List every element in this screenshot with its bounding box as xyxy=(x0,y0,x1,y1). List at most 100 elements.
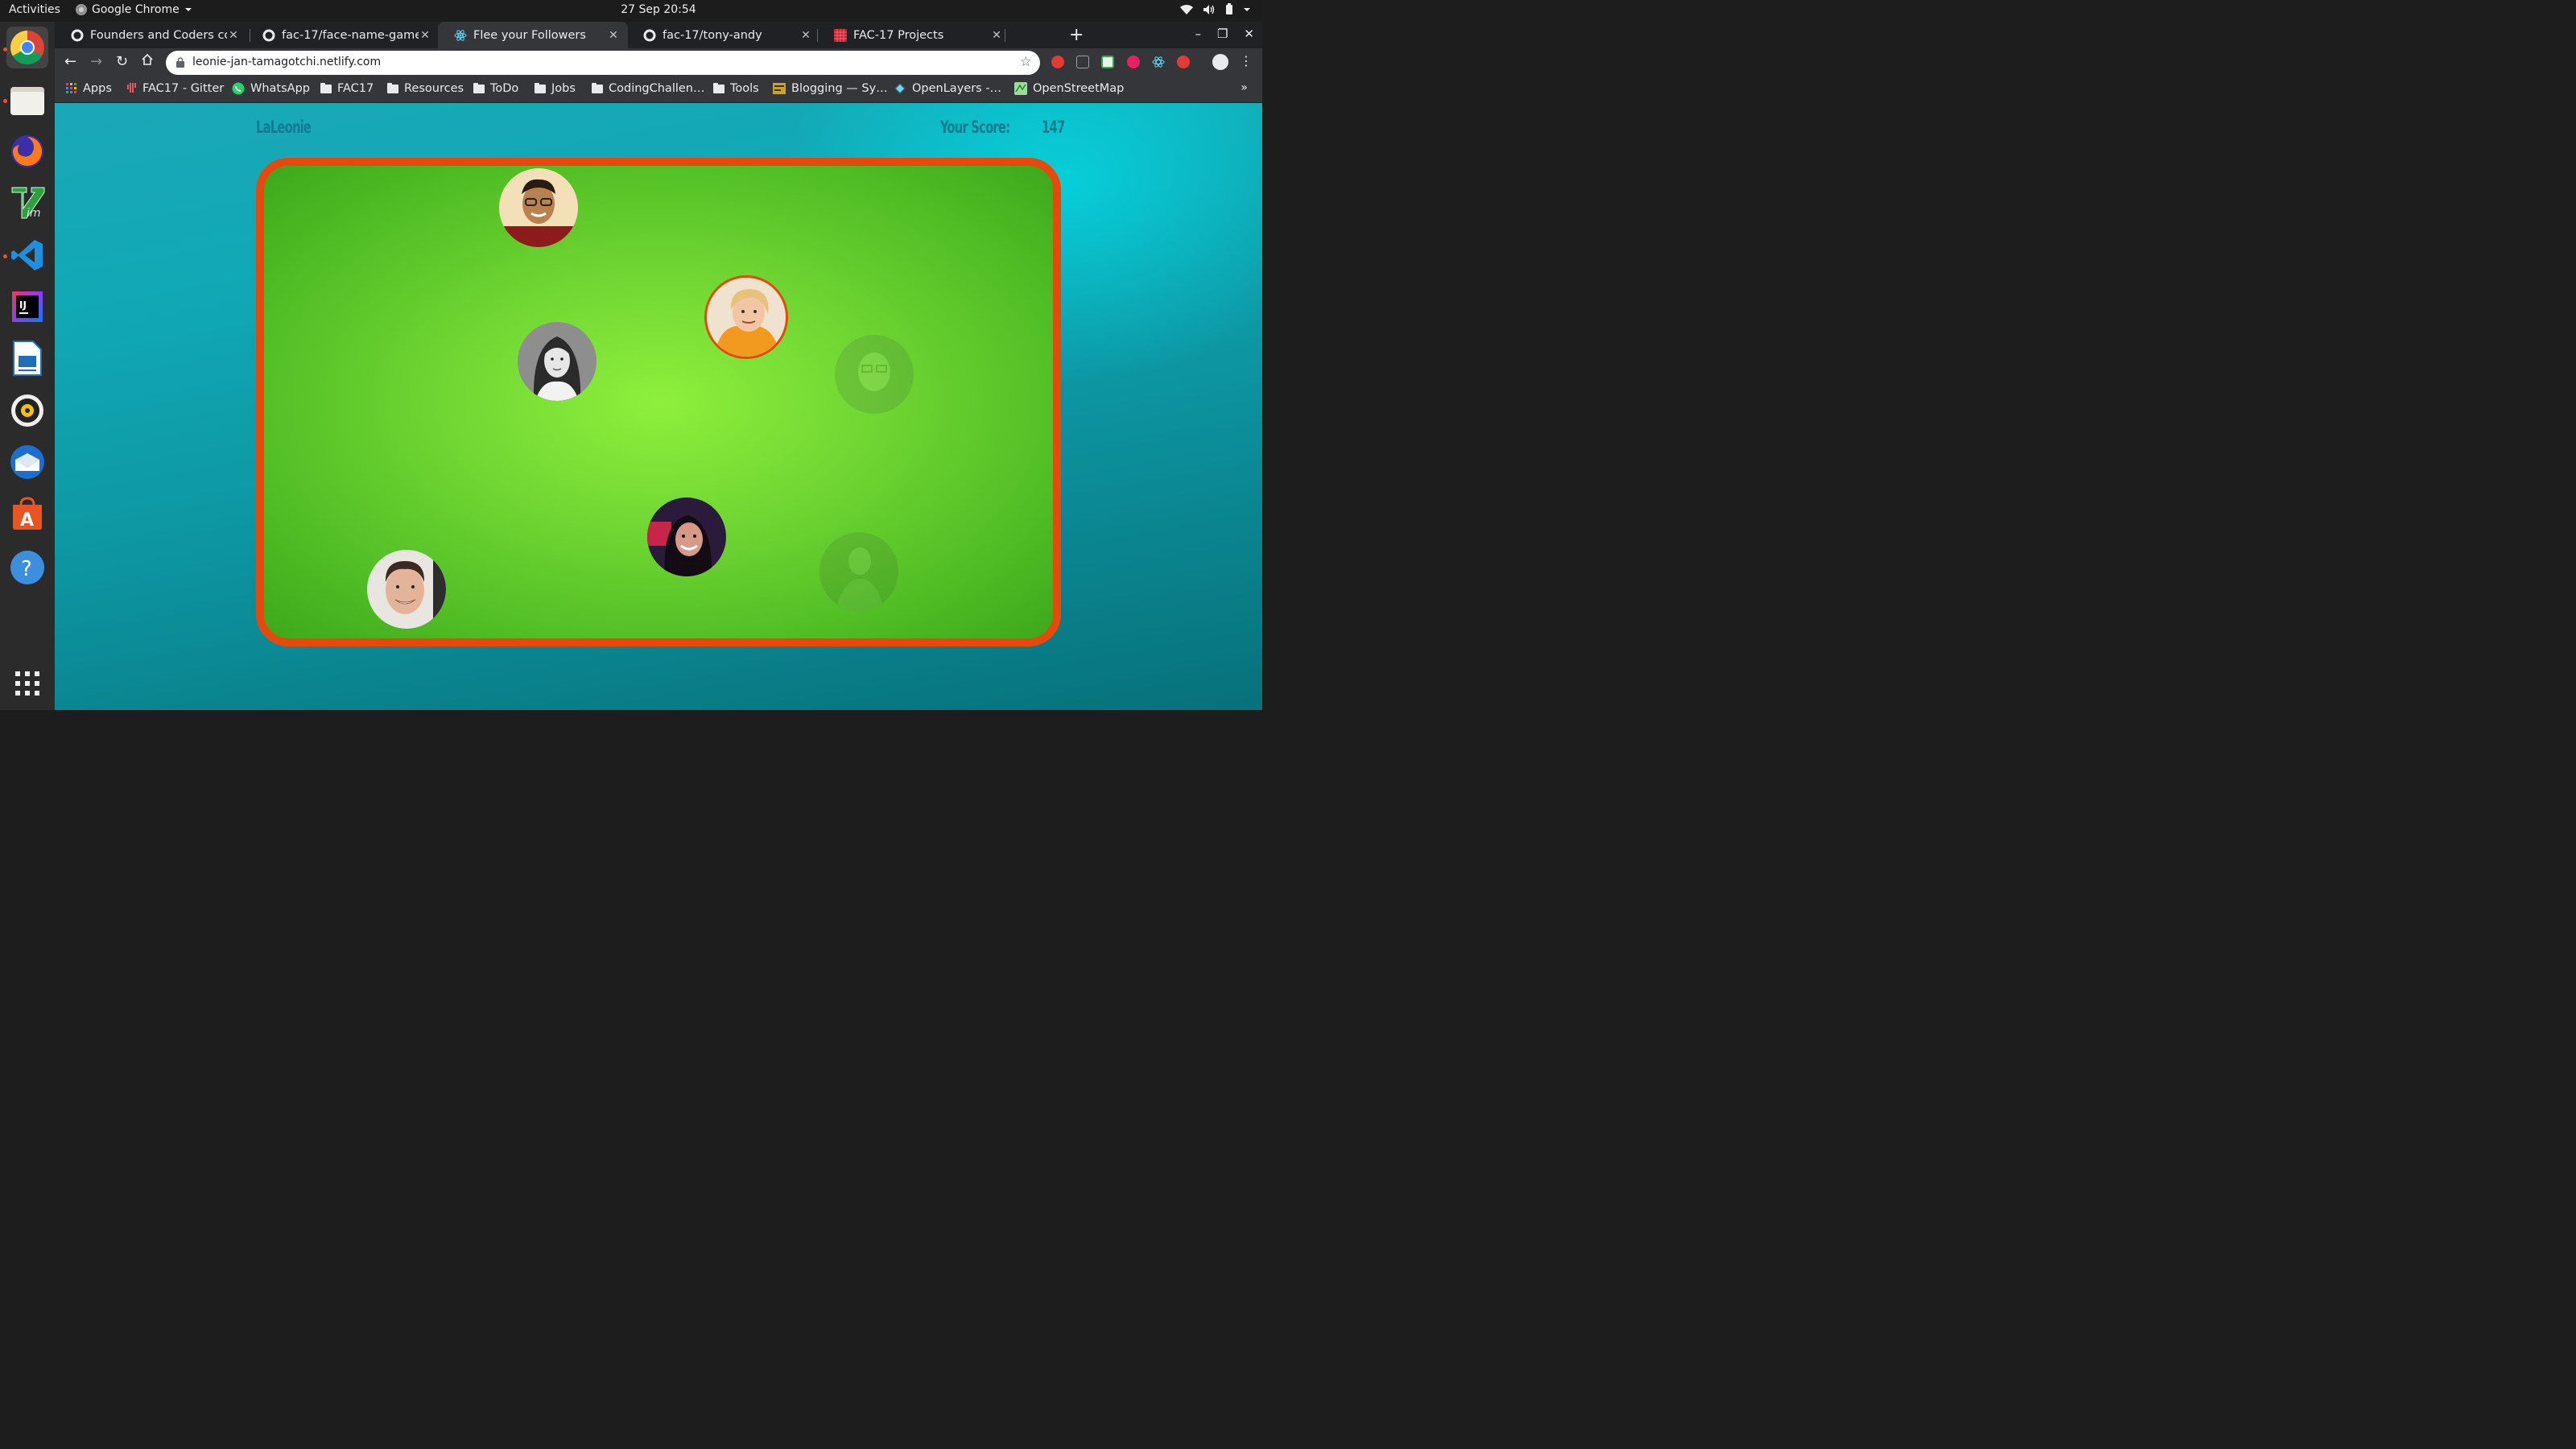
tab-close-icon[interactable]: ✕ xyxy=(419,29,431,42)
adblock-icon[interactable] xyxy=(1177,56,1190,68)
show-applications[interactable] xyxy=(6,663,48,704)
tab-close-icon[interactable]: ✕ xyxy=(607,29,620,42)
bookmark-codingchallenges[interactable]: CodingChallen… xyxy=(592,82,705,95)
back-button[interactable]: ← xyxy=(64,53,76,70)
bookmark-label: Resources xyxy=(404,82,464,95)
bookmark-label: OpenLayers -… xyxy=(912,82,1002,95)
restore-button[interactable]: ❐ xyxy=(1217,27,1228,41)
extension-json-icon[interactable] xyxy=(1076,56,1089,68)
thunderbird-icon xyxy=(10,445,44,479)
bookmark-fac17[interactable]: FAC17 xyxy=(320,82,374,95)
bookmark-tools[interactable]: Tools xyxy=(713,82,759,95)
dock-vscode[interactable] xyxy=(6,234,48,276)
tab-founders-coders[interactable]: Founders and Coders coh ✕ xyxy=(55,22,248,48)
tab-close-icon[interactable]: ✕ xyxy=(990,29,1003,42)
extension-pink-icon[interactable] xyxy=(1127,56,1140,68)
tab-face-name-game[interactable]: fac-17/face-name-game ✕ xyxy=(246,22,440,48)
tab-tony-andy[interactable]: fac-17/tony-andy ✕ xyxy=(627,22,820,48)
clock[interactable]: 27 Sep 20:54 xyxy=(0,3,1317,16)
running-indicator xyxy=(3,47,7,52)
wifi-icon xyxy=(1180,4,1193,14)
follower-avatar-faded xyxy=(819,532,898,611)
web-page: LaLeonie Your Score: 147 xyxy=(55,103,1262,710)
svg-text:?: ? xyxy=(21,557,32,581)
bookmark-label: ToDo xyxy=(490,82,519,95)
bookmark-blogging[interactable]: Blogging — Sy… xyxy=(773,82,888,95)
follower-avatar-selected[interactable] xyxy=(704,275,788,359)
extension-sheet-icon[interactable] xyxy=(1101,56,1114,68)
volume-icon xyxy=(1203,4,1215,14)
system-menu-chevron-icon xyxy=(1244,7,1250,11)
bookmark-whatsapp[interactable]: WhatsApp xyxy=(232,82,310,95)
score-value: 147 xyxy=(1042,118,1065,137)
bookmark-gitter[interactable]: FAC17 - Gitter xyxy=(127,82,224,95)
react-devtools-icon[interactable] xyxy=(1152,56,1165,68)
dock-writer[interactable] xyxy=(6,337,48,379)
extension-red-icon[interactable] xyxy=(1051,56,1064,68)
vim-icon: im xyxy=(11,187,45,220)
bookmark-apps[interactable]: Apps xyxy=(66,82,112,95)
close-window-button[interactable]: ✕ xyxy=(1244,27,1254,41)
svg-text:IJ: IJ xyxy=(19,299,27,311)
bookmark-label: Blogging — Sy… xyxy=(791,82,888,95)
tab-title: FAC-17 Projects xyxy=(853,28,944,42)
tab-title: fac-17/tony-andy xyxy=(663,28,762,42)
grid-icon xyxy=(834,28,847,42)
chrome-icon xyxy=(10,30,44,65)
tab-close-icon[interactable]: ✕ xyxy=(227,29,240,42)
bookmark-todo[interactable]: ToDo xyxy=(473,82,518,95)
forward-button[interactable]: → xyxy=(90,53,102,70)
dock-thunderbird[interactable] xyxy=(6,441,48,483)
url-text: leonie-jan-tamagotchi.netlify.com xyxy=(192,56,382,68)
bookmark-jobs[interactable]: Jobs xyxy=(535,82,576,95)
system-top-bar: Activities Google Chrome 27 Sep 20:54 xyxy=(0,0,1262,22)
gitter-icon xyxy=(127,83,136,93)
bookmark-resources[interactable]: Resources xyxy=(387,82,464,95)
github-icon xyxy=(262,29,275,41)
bookmark-label: Jobs xyxy=(551,82,576,95)
dock-chrome[interactable] xyxy=(6,27,48,68)
files-icon xyxy=(10,87,44,115)
bookmark-label: WhatsApp xyxy=(250,82,310,95)
follower-avatar[interactable] xyxy=(367,550,446,629)
dock-vim[interactable]: im xyxy=(6,182,48,224)
bookmarks-overflow-button[interactable]: » xyxy=(1241,81,1248,94)
home-button[interactable] xyxy=(141,53,154,70)
system-tray[interactable] xyxy=(1180,3,1251,15)
follower-avatar[interactable] xyxy=(647,497,726,576)
dock-rhythmbox[interactable] xyxy=(6,390,48,431)
follower-avatar[interactable] xyxy=(518,322,597,401)
help-icon: ? xyxy=(10,551,44,584)
tab-close-icon[interactable]: ✕ xyxy=(799,29,812,42)
bookmark-label: Tools xyxy=(730,82,759,95)
rhythmbox-icon xyxy=(11,394,43,427)
game-field[interactable] xyxy=(256,158,1061,646)
dock-help[interactable]: ? xyxy=(6,547,48,588)
tab-fac17-projects[interactable]: FAC-17 Projects ✕ xyxy=(818,22,1011,48)
battery-icon xyxy=(1226,3,1232,14)
new-tab-button[interactable]: + xyxy=(1069,25,1084,45)
intellij-icon: IJ xyxy=(12,291,43,322)
dock-software[interactable]: A xyxy=(6,493,48,535)
bookmark-openstreetmap[interactable]: OpenStreetMap xyxy=(1014,82,1124,95)
profile-avatar[interactable] xyxy=(1212,54,1228,70)
reload-button[interactable]: ↻ xyxy=(116,53,128,70)
player-name: LaLeonie xyxy=(256,118,312,137)
dock-files[interactable] xyxy=(6,79,48,121)
tab-flee-your-followers[interactable]: Flee your Followers ✕ xyxy=(438,22,628,48)
bookmark-label: OpenStreetMap xyxy=(1033,82,1125,95)
libreoffice-writer-icon xyxy=(13,341,42,376)
bookmark-openlayers[interactable]: OpenLayers -… xyxy=(894,82,1001,95)
dock-intellij[interactable]: IJ xyxy=(6,286,48,328)
dock-firefox[interactable] xyxy=(6,130,48,172)
follower-avatar[interactable] xyxy=(499,168,578,247)
bookmark-star-icon[interactable]: ☆ xyxy=(1020,54,1032,70)
folder-icon xyxy=(473,82,485,93)
menu-kebab-icon[interactable]: ⋮ xyxy=(1240,53,1253,68)
minimize-button[interactable]: – xyxy=(1195,27,1201,41)
whatsapp-icon xyxy=(232,82,245,95)
address-bar[interactable]: leonie-jan-tamagotchi.netlify.com ☆ xyxy=(166,51,1040,75)
software-center-icon: A xyxy=(13,497,42,530)
github-icon xyxy=(643,29,656,41)
tab-title: fac-17/face-name-game xyxy=(282,28,419,42)
